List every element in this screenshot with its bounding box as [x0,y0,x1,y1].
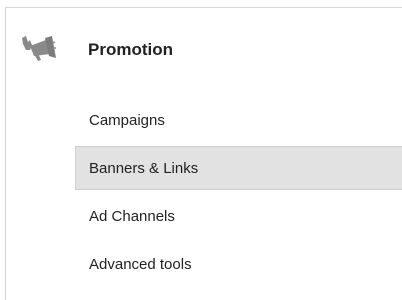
nav-item-advanced-tools[interactable]: Advanced tools [75,242,402,286]
nav-list: Campaigns Banners & Links Ad Channels Ad… [75,98,402,290]
sidebar-panel: Promotion Campaigns Banners & Links Ad C… [5,7,402,300]
nav-item-label: Campaigns [89,111,165,129]
section-title: Promotion [88,40,173,59]
nav-item-label: Banners & Links [89,159,199,177]
nav-item-label: Ad Channels [89,207,175,225]
nav-item-label: Advanced tools [89,255,192,273]
section-header: Promotion [6,8,402,98]
nav-item-campaigns[interactable]: Campaigns [75,98,402,142]
nav-item-ad-channels[interactable]: Ad Channels [75,194,402,238]
nav-item-banners-links[interactable]: Banners & Links [75,146,402,190]
megaphone-icon [18,32,58,62]
